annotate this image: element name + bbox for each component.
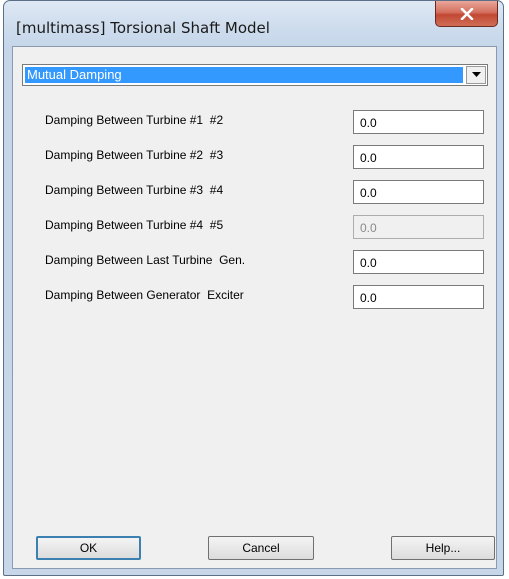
cancel-button[interactable]: Cancel: [208, 536, 314, 560]
dialog-window: [multimass] Torsional Shaft Model Mutual…: [3, 0, 504, 576]
dropdown-button[interactable]: [466, 66, 486, 84]
section-dropdown[interactable]: Mutual Damping: [22, 64, 488, 86]
row-label-turbine-2-3: Damping Between Turbine #2 #3: [45, 148, 224, 162]
window-title: [multimass] Torsional Shaft Model: [16, 19, 270, 37]
close-icon: [460, 7, 473, 20]
row-label-turbine-3-4: Damping Between Turbine #3 #4: [45, 183, 224, 197]
damping-field-last-turbine-gen[interactable]: 0.0: [353, 250, 484, 274]
damping-field-generator-exciter[interactable]: 0.0: [353, 285, 484, 309]
row-label-turbine-4-5: Damping Between Turbine #4 #5: [45, 218, 224, 232]
dialog-client-area: Mutual Damping Damping Between Turbine #…: [12, 46, 497, 569]
chevron-down-icon: [471, 72, 481, 77]
close-button[interactable]: [435, 1, 498, 27]
row-label-generator-exciter: Damping Between Generator Exciter: [45, 288, 244, 302]
section-dropdown-value: Mutual Damping: [25, 67, 463, 83]
damping-field-turbine-4-5: 0.0: [353, 215, 484, 239]
help-button[interactable]: Help...: [391, 536, 495, 560]
damping-field-turbine-2-3[interactable]: 0.0: [353, 145, 484, 169]
row-label-last-turbine-gen: Damping Between Last Turbine Gen.: [45, 253, 246, 267]
row-label-turbine-1-2: Damping Between Turbine #1 #2: [45, 113, 224, 127]
ok-button[interactable]: OK: [36, 536, 141, 560]
damping-field-turbine-1-2[interactable]: 0.0: [353, 110, 484, 134]
damping-field-turbine-3-4[interactable]: 0.0: [353, 180, 484, 204]
